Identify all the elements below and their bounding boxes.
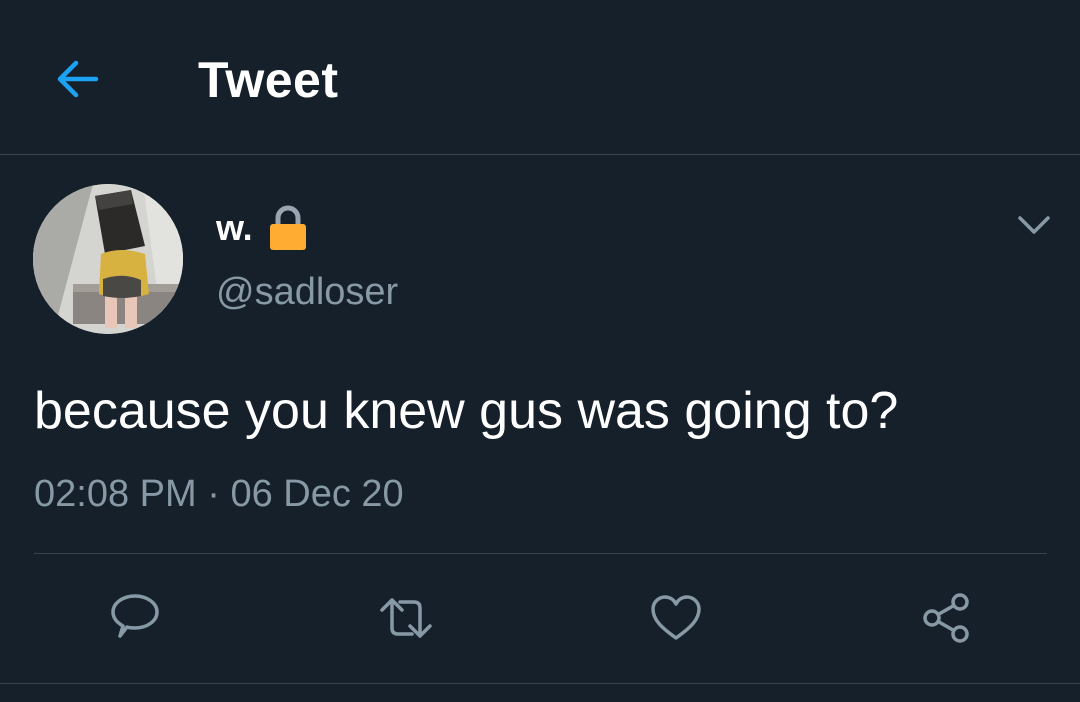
meta-separator: ·: [207, 473, 220, 515]
arrow-left-icon: [57, 60, 99, 98]
tweet-date[interactable]: 06 Dec 20: [230, 473, 403, 515]
tweet-timestamp: 02:08 PM · 06 Dec 20: [34, 470, 404, 518]
chevron-down-icon: [1018, 216, 1050, 234]
author-display-name[interactable]: w.: [216, 204, 253, 252]
tweet-text: because you knew gus was going to?: [34, 382, 899, 440]
top-bar: Tweet: [0, 0, 1080, 155]
back-button[interactable]: [52, 54, 102, 104]
avatar[interactable]: [33, 184, 183, 334]
lock-icon: [264, 203, 312, 251]
share-button[interactable]: [918, 590, 974, 646]
author-handle[interactable]: @sadloser: [216, 268, 398, 316]
more-options-button[interactable]: [1014, 208, 1054, 244]
page-title: Tweet: [198, 52, 339, 108]
avatar-image: [33, 184, 183, 334]
tweet-time[interactable]: 02:08 PM: [34, 473, 197, 515]
retweet-button[interactable]: [378, 590, 434, 646]
share-icon: [923, 593, 969, 643]
like-icon: [651, 595, 701, 640]
reply-icon: [111, 594, 159, 638]
like-button[interactable]: [648, 590, 704, 646]
retweet-icon: [380, 598, 432, 638]
bottom-divider: [0, 683, 1080, 684]
divider: [34, 553, 1047, 554]
reply-button[interactable]: [107, 590, 163, 646]
